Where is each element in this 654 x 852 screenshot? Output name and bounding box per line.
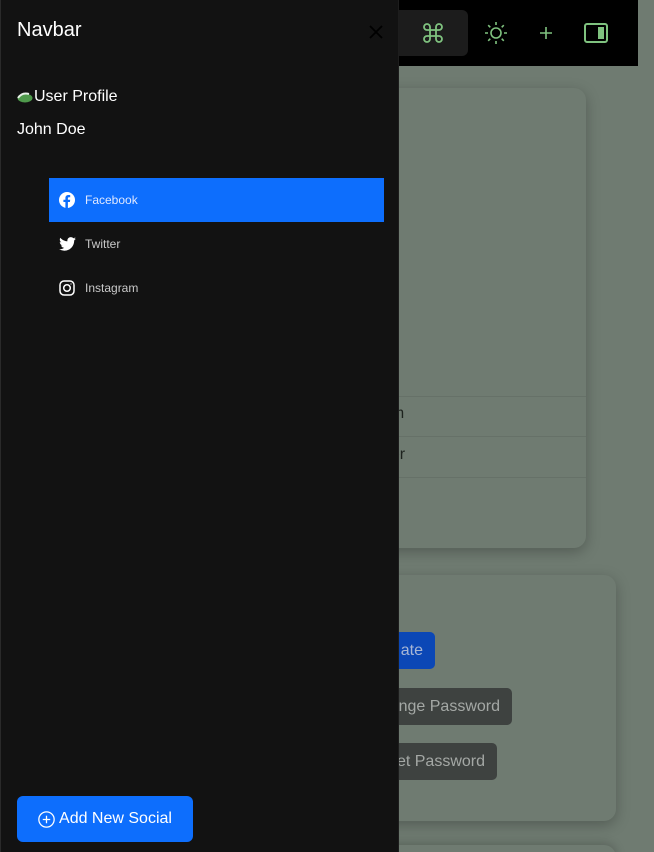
command-button[interactable]	[398, 10, 468, 56]
divider	[370, 396, 586, 397]
user-name: John Doe	[17, 121, 86, 138]
drawer-title: Navbar	[17, 19, 82, 41]
theme-toggle-button[interactable]	[478, 10, 514, 56]
nav-label-facebook: Facebook	[85, 193, 138, 207]
divider	[370, 436, 586, 437]
instagram-icon	[58, 279, 76, 297]
command-icon	[423, 23, 443, 43]
offcanvas-drawer: Navbar User Profile John Doe Facebook Tw…	[0, 0, 399, 852]
plus-icon	[540, 27, 552, 39]
next-card	[370, 845, 616, 852]
nav-label-twitter: Twitter	[85, 237, 121, 251]
sun-icon	[485, 22, 507, 44]
close-icon	[369, 25, 383, 39]
profile-image-alt: User Profile	[34, 88, 118, 105]
close-button[interactable]	[363, 19, 389, 45]
sidebar-panel-icon	[584, 23, 608, 43]
profile-card: om per	[370, 88, 586, 548]
facebook-icon	[58, 191, 76, 209]
add-new-social-label: Add New Social	[59, 810, 172, 827]
profile-row-role: per	[382, 446, 598, 464]
plus-circle-icon	[38, 810, 55, 828]
panel-toggle-button[interactable]	[578, 10, 614, 56]
nav-item-facebook[interactable]: Facebook	[49, 178, 384, 222]
nav-label-instagram: Instagram	[85, 281, 139, 295]
twitter-icon	[58, 235, 76, 253]
social-nav: Facebook Twitter Instagram	[49, 178, 384, 310]
broken-image-icon	[17, 92, 33, 103]
nav-item-twitter[interactable]: Twitter	[49, 222, 384, 266]
nav-item-instagram[interactable]: Instagram	[49, 266, 384, 310]
profile-row-email: om	[382, 405, 598, 423]
divider	[370, 477, 586, 478]
profile-image: User Profile	[17, 86, 118, 108]
add-new-social-button[interactable]: Add New Social	[17, 796, 193, 842]
add-button[interactable]	[528, 10, 564, 56]
